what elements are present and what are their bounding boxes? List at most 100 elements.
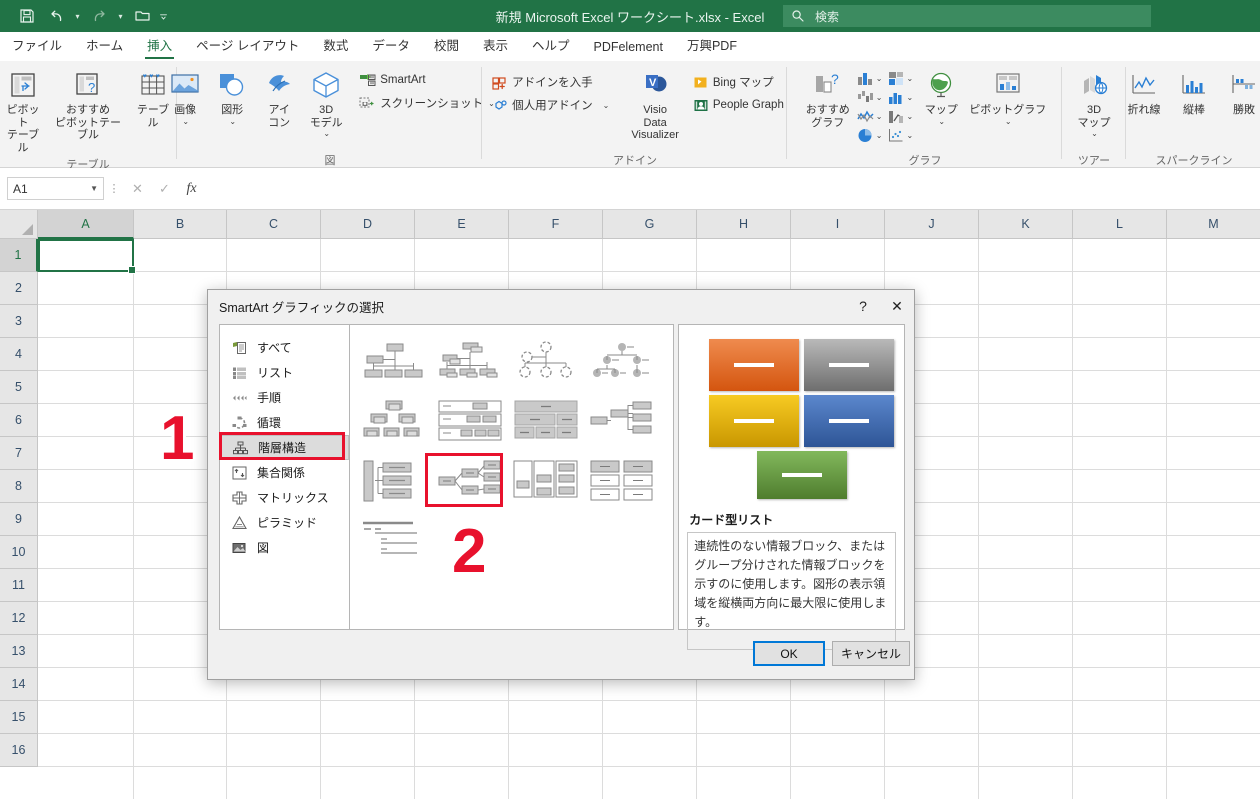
- line-chart-dropdown-icon[interactable]: ⌄: [876, 112, 883, 121]
- sidebar-category-hierarchy[interactable]: 階層構造: [220, 435, 350, 460]
- cell[interactable]: [1073, 569, 1167, 602]
- cell[interactable]: [509, 701, 603, 734]
- cell[interactable]: [603, 767, 697, 799]
- column-header-i[interactable]: I: [791, 210, 885, 239]
- pictures-button[interactable]: 画像 ⌄: [162, 66, 208, 128]
- cell[interactable]: [697, 239, 791, 272]
- gallery-item-picture-org-chart[interactable]: [358, 395, 430, 447]
- icons-button[interactable]: アイ コン: [256, 66, 302, 131]
- row-header-5[interactable]: 5: [0, 371, 38, 404]
- cell[interactable]: [1167, 668, 1260, 701]
- column-header-h[interactable]: H: [697, 210, 791, 239]
- row-header-12[interactable]: 12: [0, 602, 38, 635]
- cell[interactable]: [38, 635, 134, 668]
- gallery-item-labeled-hierarchy[interactable]: [358, 455, 430, 507]
- cell[interactable]: [603, 734, 697, 767]
- row-header-16[interactable]: 16: [0, 734, 38, 767]
- cell[interactable]: [38, 338, 134, 371]
- cancel-icon[interactable]: ✕: [124, 177, 151, 200]
- column-header-j[interactable]: J: [885, 210, 979, 239]
- sidebar-category-process[interactable]: 手順: [220, 385, 349, 410]
- tab-home[interactable]: ホーム: [74, 31, 135, 60]
- cell[interactable]: [134, 767, 227, 799]
- gallery-item-horizontal-multi-level-hierarchy[interactable]: [358, 515, 430, 567]
- row-header-11[interactable]: 11: [0, 569, 38, 602]
- redo-icon[interactable]: [86, 4, 112, 28]
- cell[interactable]: [1167, 437, 1260, 470]
- smartart-button[interactable]: SmartArt: [356, 69, 498, 91]
- cell[interactable]: [38, 437, 134, 470]
- cell[interactable]: [697, 701, 791, 734]
- gallery-item-table-hierarchy[interactable]: [510, 395, 582, 447]
- cell[interactable]: [885, 767, 979, 799]
- tab-page-layout[interactable]: ページ レイアウト: [184, 31, 311, 60]
- cell[interactable]: [885, 734, 979, 767]
- row-header-9[interactable]: 9: [0, 503, 38, 536]
- cell[interactable]: [321, 734, 415, 767]
- cell[interactable]: [509, 734, 603, 767]
- cell[interactable]: [1167, 338, 1260, 371]
- column-chart-button[interactable]: ⌄: [855, 69, 884, 88]
- cell[interactable]: [979, 404, 1073, 437]
- cell[interactable]: [38, 503, 134, 536]
- cell[interactable]: [38, 767, 134, 799]
- statistic-chart-dropdown-icon[interactable]: ⌄: [907, 112, 914, 121]
- cell[interactable]: [1073, 437, 1167, 470]
- cell[interactable]: [38, 734, 134, 767]
- cell[interactable]: [603, 239, 697, 272]
- gallery-item-horizontal-org-chart[interactable]: [434, 395, 506, 447]
- cell[interactable]: [979, 701, 1073, 734]
- row-header-10[interactable]: 10: [0, 536, 38, 569]
- sidebar-category-list[interactable]: リスト: [220, 360, 349, 385]
- shapes-button[interactable]: 図形 ⌄: [209, 66, 255, 128]
- insert-function-icon[interactable]: fx: [178, 177, 205, 200]
- tab-help[interactable]: ヘルプ: [520, 31, 582, 60]
- sidebar-category-relationship[interactable]: 集合関係: [220, 460, 349, 485]
- cell[interactable]: [979, 272, 1073, 305]
- cell[interactable]: [227, 701, 321, 734]
- cell[interactable]: [979, 635, 1073, 668]
- cell[interactable]: [321, 239, 415, 272]
- cell[interactable]: [979, 338, 1073, 371]
- cell[interactable]: [38, 371, 134, 404]
- customize-qat-icon[interactable]: [158, 4, 169, 28]
- column-header-f[interactable]: F: [509, 210, 603, 239]
- column-header-d[interactable]: D: [321, 210, 415, 239]
- tab-insert[interactable]: 挿入: [135, 31, 184, 60]
- chevron-down-icon[interactable]: ▼: [90, 184, 98, 193]
- cell[interactable]: [1073, 767, 1167, 799]
- formula-input[interactable]: [209, 177, 1252, 200]
- cancel-button[interactable]: キャンセル: [832, 641, 910, 666]
- sidebar-category-cycle[interactable]: 循環: [220, 410, 349, 435]
- cell[interactable]: [1167, 305, 1260, 338]
- cell[interactable]: [979, 503, 1073, 536]
- gallery-item-circle-picture-hierarchy[interactable]: [586, 335, 658, 387]
- column-header-e[interactable]: E: [415, 210, 509, 239]
- cell[interactable]: [1073, 272, 1167, 305]
- tab-file[interactable]: ファイル: [0, 31, 74, 60]
- my-addins-button[interactable]: 個人用アドイン ⌄: [489, 94, 612, 116]
- cell[interactable]: [509, 767, 603, 799]
- column-header-c[interactable]: C: [227, 210, 321, 239]
- cell[interactable]: [509, 239, 603, 272]
- row-header-1[interactable]: 1: [0, 239, 38, 272]
- column-header-b[interactable]: B: [134, 210, 227, 239]
- sidebar-category-picture[interactable]: 図: [220, 535, 349, 560]
- redo-dropdown-icon[interactable]: ▾: [115, 4, 126, 28]
- cell[interactable]: [415, 767, 509, 799]
- cell[interactable]: [1167, 602, 1260, 635]
- sidebar-category-all[interactable]: すべて: [220, 335, 349, 360]
- pivot-chart-button[interactable]: ピボットグラフ ⌄: [964, 66, 1051, 128]
- cell[interactable]: [227, 767, 321, 799]
- column-header-k[interactable]: K: [979, 210, 1073, 239]
- gallery-item-half-circle-org-chart[interactable]: [510, 335, 582, 387]
- sidebar-category-pyramid[interactable]: ピラミッド: [220, 510, 349, 535]
- cell[interactable]: [415, 701, 509, 734]
- enter-icon[interactable]: ✓: [151, 177, 178, 200]
- cell[interactable]: [791, 239, 885, 272]
- cell[interactable]: [1073, 536, 1167, 569]
- pivot-table-button[interactable]: ピボット テーブル: [0, 66, 46, 156]
- column-header-l[interactable]: L: [1073, 210, 1167, 239]
- cell[interactable]: [415, 734, 509, 767]
- bar-chart-button[interactable]: ⌄: [886, 88, 915, 107]
